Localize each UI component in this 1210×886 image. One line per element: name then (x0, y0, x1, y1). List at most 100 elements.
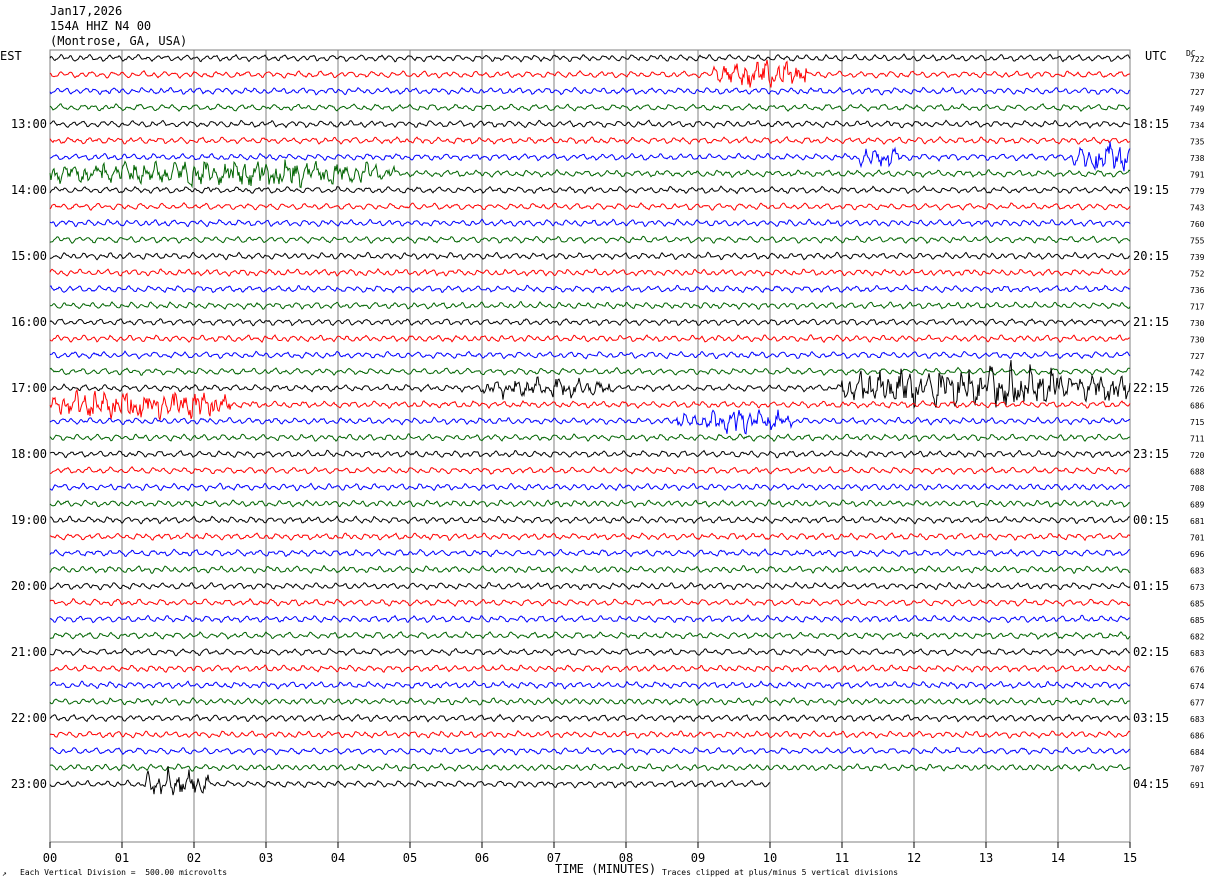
left-hour-label: 18:00 (11, 447, 47, 461)
trace-line (49, 449, 1131, 459)
trace-line (49, 466, 1131, 476)
trace-line (49, 680, 1131, 690)
trace-line (49, 581, 1131, 591)
trace-line (49, 631, 1131, 641)
dc-value-label: 727 (1190, 352, 1205, 361)
trace-line (49, 564, 1131, 575)
x-tick-label: 00 (43, 851, 57, 865)
dc-value-label: 726 (1190, 385, 1205, 394)
trace-line (49, 729, 1131, 739)
dc-value-label: 691 (1190, 781, 1205, 790)
left-hour-label: 14:00 (11, 183, 47, 197)
trace-line (50, 300, 1131, 311)
dc-value-label: 688 (1190, 468, 1205, 477)
trace-line (49, 136, 1131, 145)
trace-line (49, 202, 1131, 211)
trace-line (49, 746, 1131, 756)
plot-frame (49, 49, 1131, 843)
dc-value-label: 683 (1190, 649, 1205, 658)
trace-line (49, 218, 1131, 228)
trace-line (49, 159, 1131, 189)
trace-line (49, 350, 1131, 360)
dc-value-label: 743 (1190, 204, 1205, 213)
dc-value-label: 683 (1190, 567, 1205, 576)
trace-line (49, 102, 1131, 113)
trace-line (49, 515, 1131, 525)
dc-value-label: 682 (1190, 633, 1205, 642)
x-tick-label: 01 (115, 851, 129, 865)
x-tick-label: 09 (691, 851, 705, 865)
dc-value-label: 779 (1190, 187, 1205, 196)
left-hour-label: 19:00 (11, 513, 47, 527)
trace-line (49, 53, 1131, 63)
x-tick-label: 14 (1051, 851, 1065, 865)
dc-value-label: 760 (1190, 220, 1205, 229)
trace-line (49, 548, 1131, 558)
dc-value-label: 684 (1190, 748, 1205, 757)
trace-line (49, 433, 1131, 442)
left-hour-label: 20:00 (11, 579, 47, 593)
dc-value-label: 735 (1190, 138, 1205, 147)
left-hour-label: 23:00 (11, 777, 47, 791)
x-tick-label: 02 (187, 851, 201, 865)
trace-line (49, 697, 1131, 707)
trace-line (49, 614, 1131, 624)
x-tick-label: 06 (475, 851, 489, 865)
dc-value-label: 791 (1190, 171, 1205, 180)
trace-line (49, 284, 1131, 294)
x-tick-label: 11 (835, 851, 849, 865)
right-hour-label: 04:15 (1133, 777, 1169, 791)
x-tick-label: 05 (403, 851, 417, 865)
right-hour-label: 02:15 (1133, 645, 1169, 659)
x-axis-label: TIME (MINUTES) (555, 862, 657, 876)
trace-line (49, 334, 1130, 344)
dc-value-label: 752 (1190, 270, 1205, 279)
clip-note: Traces clipped at plus/minus 5 vertical … (662, 868, 899, 877)
dc-value-label: 730 (1190, 336, 1205, 345)
dc-value-label: 685 (1190, 600, 1205, 609)
trace-line (49, 251, 1131, 261)
left-hour-label: 21:00 (11, 645, 47, 659)
right-hour-label: 01:15 (1133, 579, 1169, 593)
dc-value-label: 676 (1190, 666, 1205, 675)
trace-line (49, 388, 1131, 422)
x-tick-label: 15 (1123, 851, 1137, 865)
trace-line (49, 119, 1131, 129)
dc-value-label: 727 (1190, 88, 1205, 97)
trace-line (49, 267, 1131, 277)
right-hour-label: 18:15 (1133, 117, 1169, 131)
dc-value-label: 673 (1190, 583, 1205, 592)
dc-value-label: 739 (1190, 253, 1205, 262)
trace-line (49, 664, 1131, 673)
x-tick-label: 10 (763, 851, 777, 865)
corner-mark-icon: ↗ (2, 869, 7, 878)
scale-note: Each Vertical Division = 500.00 microvol… (20, 868, 228, 877)
trace-line (49, 499, 1131, 509)
dc-value-label: 689 (1190, 501, 1205, 510)
dc-value-label: 736 (1190, 286, 1205, 295)
right-hour-label: 23:15 (1133, 447, 1169, 461)
x-tick-label: 13 (979, 851, 993, 865)
x-tick-label: 04 (331, 851, 345, 865)
left-hour-label: 17:00 (11, 381, 47, 395)
right-hour-label: 00:15 (1133, 513, 1169, 527)
trace-line (49, 763, 1131, 772)
dc-value-label: 722 (1190, 55, 1205, 64)
dc-value-label: 734 (1190, 121, 1205, 130)
dc-value-label: 738 (1190, 154, 1205, 163)
dc-value-label: 730 (1190, 319, 1205, 328)
right-hour-label: 03:15 (1133, 711, 1169, 725)
dc-value-label: 707 (1190, 765, 1205, 774)
dc-value-label: 674 (1190, 682, 1205, 691)
dc-value-label: 755 (1190, 237, 1205, 246)
dc-value-label: 711 (1190, 435, 1205, 444)
dc-value-label: 683 (1190, 715, 1205, 724)
helicorder-plot: 00 01 02 03 04 05 06 07 08 09 10 11 12 13 14 1572273072… (11, 49, 1205, 865)
dc-value-label: 708 (1190, 484, 1205, 493)
dc-value-label: 717 (1190, 303, 1205, 312)
trace-line (49, 482, 1131, 492)
trace-line (49, 647, 1131, 657)
trace-line (49, 185, 1131, 195)
dc-value-label: 686 (1190, 402, 1205, 411)
dc-value-label: 681 (1190, 517, 1205, 526)
